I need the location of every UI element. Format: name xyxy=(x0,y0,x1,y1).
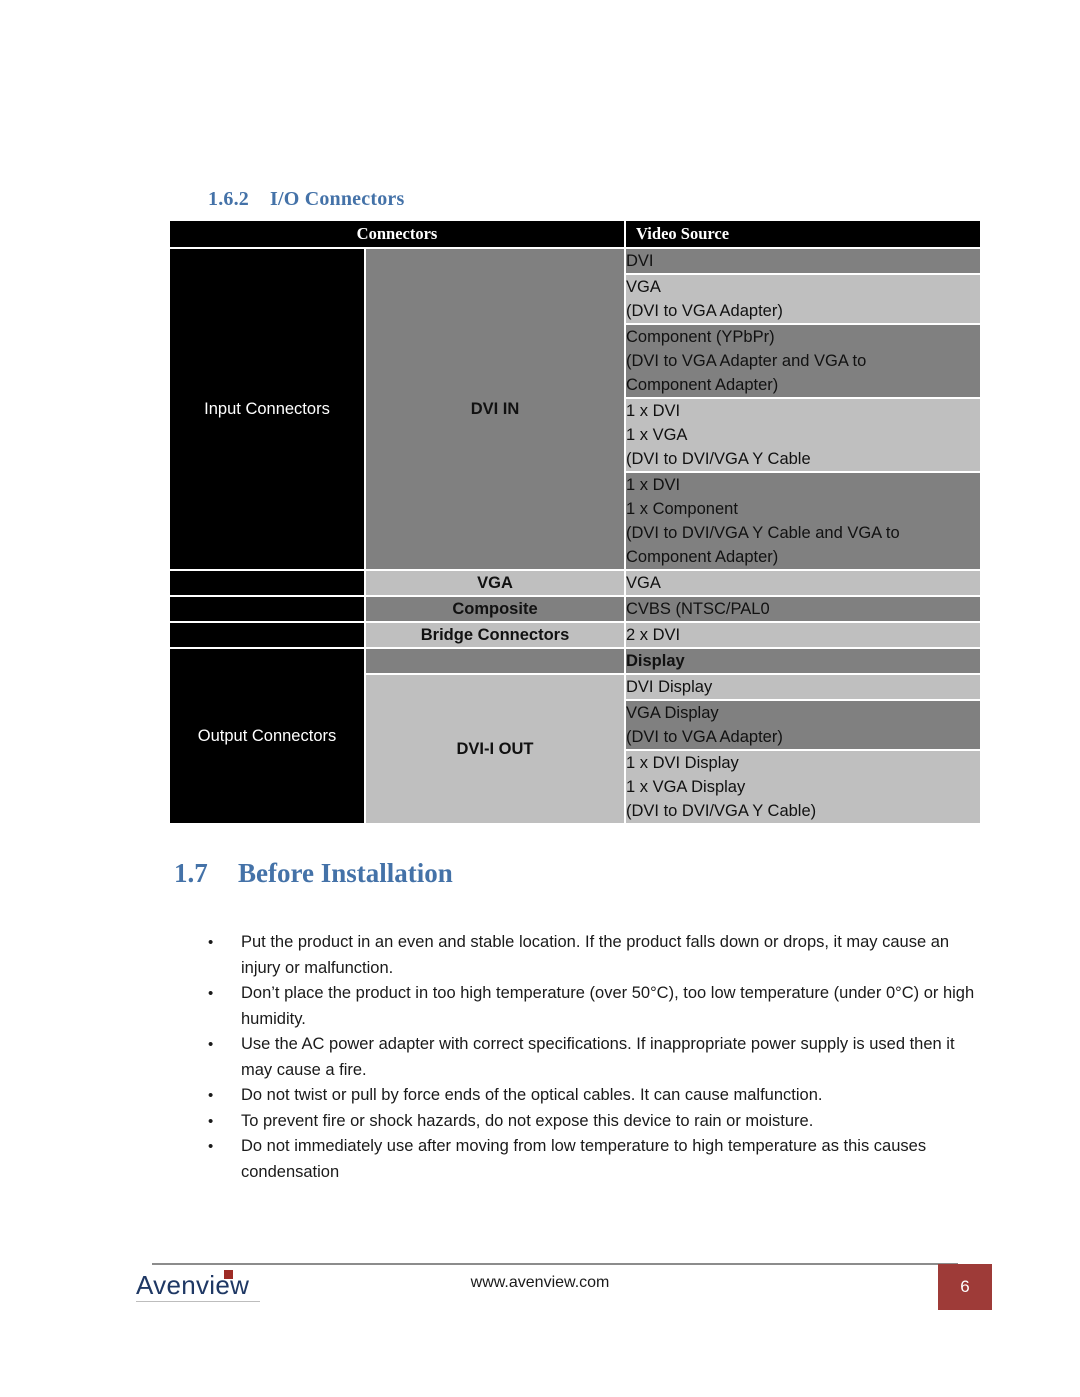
source-line: VGA Display xyxy=(626,704,719,722)
source-line: (DVI to VGA Adapter) xyxy=(626,302,783,320)
list-item-text: To prevent fire or shock hazards, do not… xyxy=(241,1111,814,1130)
heading-1-7-number: 1.7 xyxy=(174,858,208,888)
source-line: 1 x VGA xyxy=(626,426,688,444)
source-line: Component Adapter) xyxy=(626,548,779,566)
source-line: VGA xyxy=(626,278,661,296)
video-source-cell: Component (YPbPr) (DVI to VGA Adapter an… xyxy=(626,325,980,397)
group-label-spacer xyxy=(170,571,364,595)
heading-1-6-2-title: I/O Connectors xyxy=(270,188,405,210)
io-connectors-table: Connectors Video Source Input Connectors… xyxy=(168,219,982,825)
heading-1-7-title: Before Installation xyxy=(238,858,453,888)
bullet-icon: • xyxy=(208,1112,214,1130)
group-label-input-connectors: Input Connectors xyxy=(170,249,364,569)
bullet-icon: • xyxy=(208,1138,214,1155)
video-source-cell: VGA xyxy=(626,571,980,595)
footer-divider xyxy=(152,1263,958,1265)
video-source-cell: 1 x DVI 1 x VGA (DVI to DVI/VGA Y Cable xyxy=(626,399,980,471)
list-item: • To prevent fire or shock hazards, do n… xyxy=(205,1109,985,1135)
connector-vga: VGA xyxy=(366,571,624,595)
footer-url: www.avenview.com xyxy=(470,1274,610,1291)
group-label-spacer xyxy=(170,597,364,621)
video-source-cell: DVI Display xyxy=(626,675,980,699)
source-line: 1 x Component xyxy=(626,500,738,518)
table-row: Bridge Connectors 2 x DVI xyxy=(170,623,980,647)
table-row: Output Connectors Display xyxy=(170,649,980,823)
connector-empty xyxy=(366,649,624,673)
list-item-text: Use the AC power adapter with correct sp… xyxy=(241,1035,955,1079)
video-source-cell: VGA Display (DVI to VGA Adapter) xyxy=(626,701,980,749)
group-label-output-connectors: Output Connectors xyxy=(170,649,364,823)
connector-bridge-connectors: Bridge Connectors xyxy=(366,623,624,647)
page-number-badge: 6 xyxy=(938,1264,992,1310)
heading-1-6-2: 1.6.2 I/O Connectors xyxy=(208,188,404,211)
connector-composite: Composite xyxy=(366,597,624,621)
source-line: (DVI to VGA Adapter) xyxy=(626,728,783,746)
source-line: 1 x DVI xyxy=(626,476,681,494)
source-line: Component (YPbPr) xyxy=(626,328,775,346)
heading-1-6-2-number: 1.6.2 xyxy=(208,188,249,210)
bullet-icon: • xyxy=(208,985,214,1002)
video-source-cell: CVBS (NTSC/PAL0 xyxy=(626,597,980,621)
video-source-cell: 2 x DVI xyxy=(626,623,980,647)
video-source-cell: DVI xyxy=(626,249,980,273)
video-source-cell: 1 x DVI Display 1 x VGA Display (DVI to … xyxy=(626,751,980,823)
heading-1-7: 1.7 Before Installation xyxy=(174,858,453,889)
bullet-icon: • xyxy=(208,1087,214,1104)
source-line: DVI Display xyxy=(626,678,713,696)
list-item: • Put the product in an even and stable … xyxy=(205,930,985,981)
video-source-cell: VGA (DVI to VGA Adapter) xyxy=(626,275,980,323)
list-item: • Do not immediately use after moving fr… xyxy=(205,1134,985,1185)
source-line: (DVI to VGA Adapter and VGA to xyxy=(626,352,867,370)
source-line: DVI xyxy=(626,252,654,270)
connector-dvi-in: DVI IN xyxy=(366,249,624,569)
source-line: (DVI to DVI/VGA Y Cable and VGA to xyxy=(626,524,900,542)
list-item-text: Do not twist or pull by force ends of th… xyxy=(241,1086,823,1104)
source-line: 1 x DVI Display xyxy=(626,754,739,772)
table-header-row: Connectors Video Source xyxy=(170,221,980,247)
list-item: • Don’t place the product in too high te… xyxy=(205,981,985,1032)
source-line: (DVI to DVI/VGA Y Cable xyxy=(626,450,811,468)
table-header-video-source: Video Source xyxy=(626,221,980,247)
before-installation-list: • Put the product in an even and stable … xyxy=(205,930,985,1185)
bullet-icon: • xyxy=(208,934,214,951)
video-source-display-header: Display xyxy=(626,649,980,673)
video-source-cell: 1 x DVI 1 x Component (DVI to DVI/VGA Y … xyxy=(626,473,980,569)
connector-dvi-i-out: DVI-I OUT xyxy=(366,675,624,823)
list-item-text: Put the product in an even and stable lo… xyxy=(241,933,950,977)
table-header-connectors: Connectors xyxy=(170,221,624,247)
list-item-text: Do not immediately use after moving from… xyxy=(241,1137,927,1181)
document-page: 1.6.2 I/O Connectors Connectors Video Sou… xyxy=(0,0,1080,1397)
source-line: (DVI to DVI/VGA Y Cable) xyxy=(626,802,817,820)
table-row: VGA VGA xyxy=(170,571,980,595)
source-line: Component Adapter) xyxy=(626,376,779,394)
table-row: Input Connectors DVI IN DVI xyxy=(170,249,980,569)
logo-underline xyxy=(136,1301,260,1302)
list-item-text: Don’t place the product in too high temp… xyxy=(241,984,975,1028)
bullet-icon: • xyxy=(208,1036,214,1053)
source-line: 1 x VGA Display xyxy=(626,778,746,796)
list-item: • Do not twist or pull by force ends of … xyxy=(205,1083,985,1109)
list-item: • Use the AC power adapter with correct … xyxy=(205,1032,985,1083)
group-label-spacer xyxy=(170,623,364,647)
table-row: Composite CVBS (NTSC/PAL0 xyxy=(170,597,980,621)
source-line: 1 x DVI xyxy=(626,402,681,420)
